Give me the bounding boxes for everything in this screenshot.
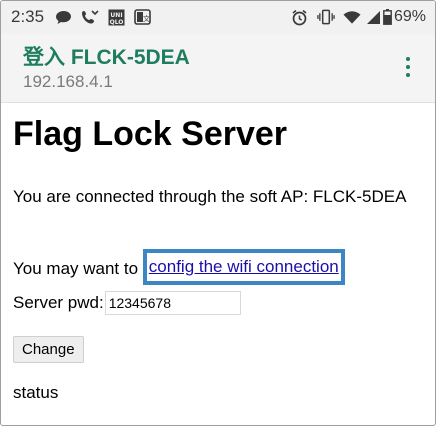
browser-toolbar: 登入 FLCK-5DEA 192.168.4.1 <box>1 34 435 103</box>
status-time: 2:35 <box>11 7 45 26</box>
svg-text:QLO: QLO <box>109 19 123 26</box>
wifi-config-paragraph: You may want to config the wifi connecti… <box>13 249 345 287</box>
link-highlight-box: config the wifi connection <box>142 249 345 285</box>
uniqlo-app-icon: UNI QLO <box>107 9 125 26</box>
battery-icon <box>381 9 393 25</box>
server-pwd-row: Server pwd: <box>13 291 241 315</box>
wifi-icon <box>343 9 361 25</box>
more-vert-icon[interactable] <box>398 54 418 80</box>
battery-percent: 69% <box>394 8 427 25</box>
alarm-icon <box>290 9 308 25</box>
server-pwd-label: Server pwd: <box>13 293 104 312</box>
translate-icon: 文 <box>133 9 151 25</box>
svg-text:UNI: UNI <box>110 12 122 19</box>
page-title: 登入 FLCK-5DEA <box>23 46 190 69</box>
change-button[interactable]: Change <box>13 336 84 363</box>
page-heading: Flag Lock Server <box>13 115 288 153</box>
wifi-config-prefix: You may want to <box>13 259 143 278</box>
missed-call-icon <box>81 9 99 25</box>
page-url[interactable]: 192.168.4.1 <box>23 72 113 92</box>
server-pwd-input[interactable] <box>104 291 241 315</box>
vibrate-icon <box>317 9 335 25</box>
svg-text:文: 文 <box>143 14 150 23</box>
browser-window: 2:35 UNI QLO 文 69% 登入 FLCK-5DEA 192.168.… <box>0 0 436 426</box>
signal-icon <box>364 9 382 25</box>
status-text: status <box>13 383 59 402</box>
config-wifi-link[interactable]: config the wifi connection <box>149 257 339 276</box>
connection-info-text: You are connected through the soft AP: F… <box>13 187 407 206</box>
android-status-bar: 2:35 UNI QLO 文 69% <box>1 1 435 34</box>
chat-bubble-icon <box>54 9 72 25</box>
